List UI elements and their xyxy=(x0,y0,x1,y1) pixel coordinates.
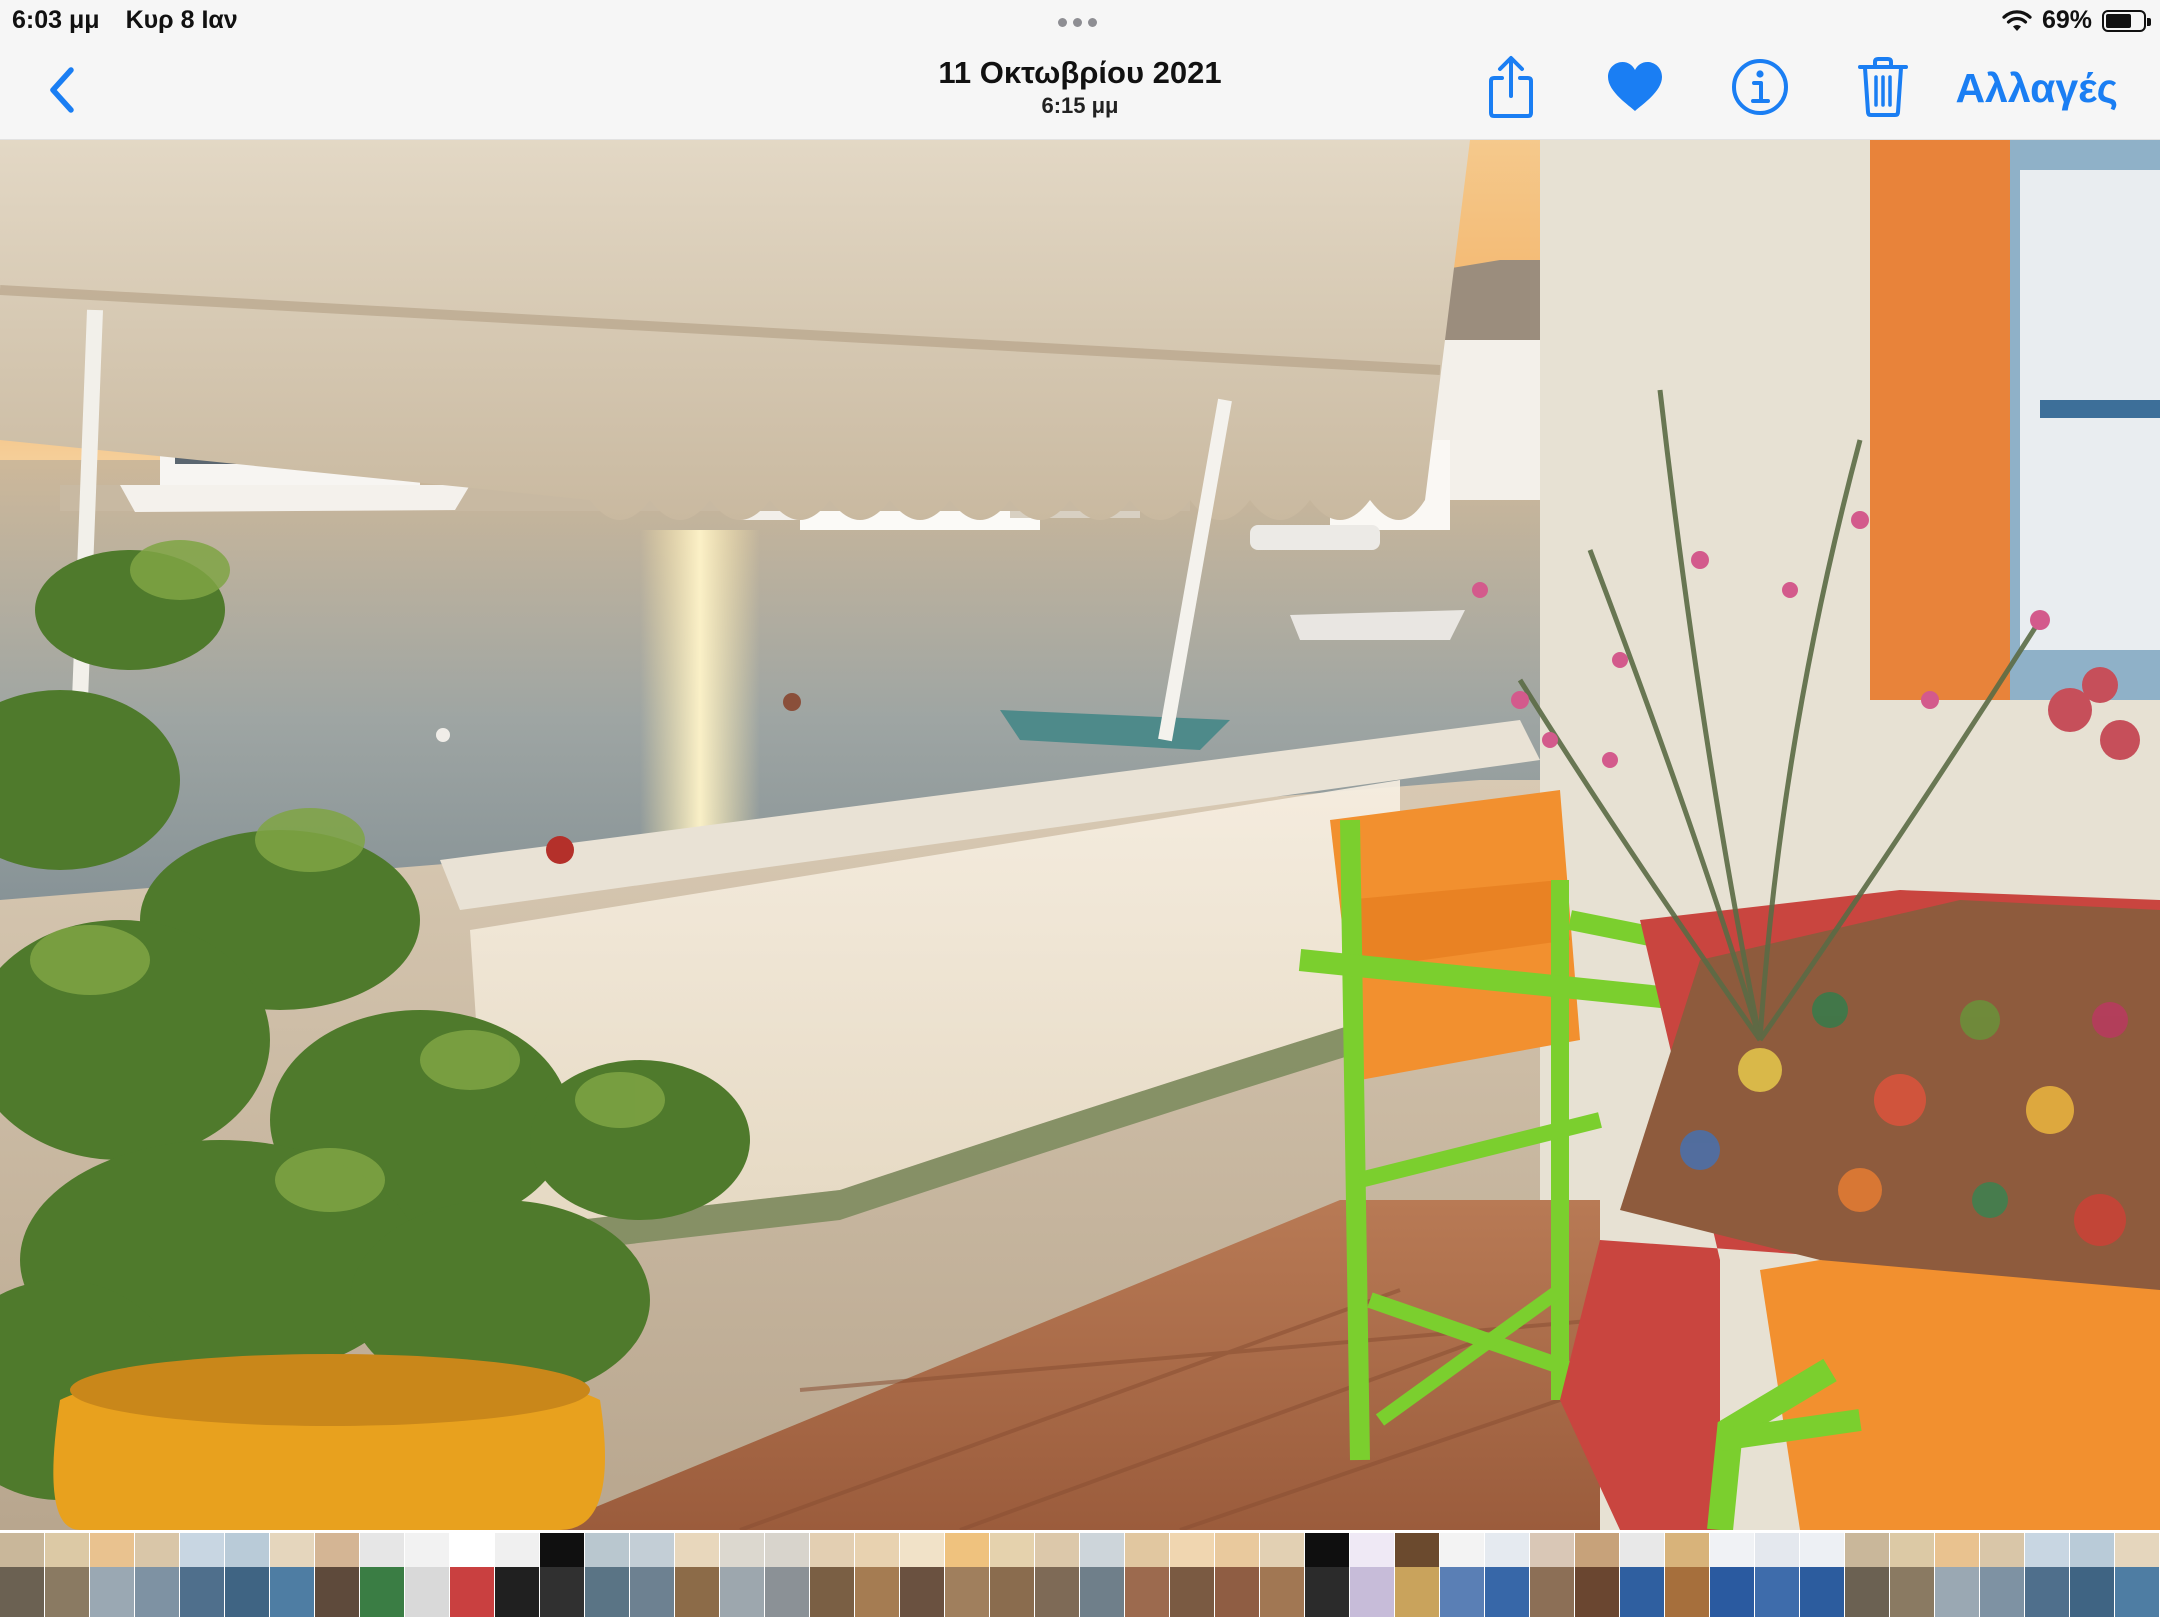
photo-thumbnail[interactable] xyxy=(1800,1533,1844,1617)
trash-icon xyxy=(1858,57,1908,117)
photo-title: 11 Οκτωβρίου 2021 6:15 μμ xyxy=(0,54,2160,120)
photo-thumbnail[interactable] xyxy=(225,1533,269,1617)
photo-thumbnail[interactable] xyxy=(765,1533,809,1617)
wifi-icon xyxy=(2002,9,2032,31)
photo-thumbnail[interactable] xyxy=(90,1533,134,1617)
photo-thumbnail[interactable] xyxy=(1620,1533,1664,1617)
share-icon xyxy=(1489,56,1533,118)
photo-thumbnail[interactable] xyxy=(1935,1533,1979,1617)
photo-thumbnail[interactable] xyxy=(1755,1533,1799,1617)
photo-thumbnail[interactable] xyxy=(180,1533,224,1617)
photo-thumbnail[interactable] xyxy=(1215,1533,1259,1617)
share-button[interactable] xyxy=(1478,54,1544,120)
photo-thumbnail[interactable] xyxy=(2025,1533,2069,1617)
photo-thumbnail[interactable] xyxy=(1845,1533,1889,1617)
navigation-bar: 11 Οκτωβρίου 2021 6:15 μμ Αλλαγές xyxy=(0,40,2160,140)
photo-thumbnail[interactable] xyxy=(450,1533,494,1617)
photo-thumbnail[interactable] xyxy=(1980,1533,2024,1617)
photo-thumbnail[interactable] xyxy=(1710,1533,1754,1617)
photos-app: 6:03 μμ Κυρ 8 Ιαν 69% 11 Οκτωβρίου 2021 … xyxy=(0,0,2160,1620)
photo-thumbnail[interactable] xyxy=(540,1533,584,1617)
favorite-button[interactable] xyxy=(1602,54,1668,120)
edit-button[interactable]: Αλλαγές xyxy=(1955,60,2118,116)
photo-thumbnail[interactable] xyxy=(585,1533,629,1617)
photo-thumbnail[interactable] xyxy=(2115,1533,2159,1617)
photo-thumbnail[interactable] xyxy=(630,1533,674,1617)
photo-thumbnail[interactable] xyxy=(720,1533,764,1617)
photo-date: 11 Οκτωβρίου 2021 xyxy=(938,55,1222,90)
photo-thumbnail[interactable] xyxy=(1125,1533,1169,1617)
photo-thumbnail[interactable] xyxy=(1035,1533,1079,1617)
photo-thumbnail[interactable] xyxy=(945,1533,989,1617)
photo-thumbnail[interactable] xyxy=(1890,1533,1934,1617)
status-left: 6:03 μμ Κυρ 8 Ιαν xyxy=(12,6,238,35)
photo-thumbnail[interactable] xyxy=(990,1533,1034,1617)
photo-thumbnail[interactable] xyxy=(1575,1533,1619,1617)
thumbnail-strip[interactable] xyxy=(0,1530,2160,1620)
photo-image xyxy=(0,140,2160,1530)
photo-thumbnail[interactable] xyxy=(135,1533,179,1617)
thumbnail-list xyxy=(0,1533,2160,1617)
photo-thumbnail[interactable] xyxy=(0,1533,44,1617)
status-time: 6:03 μμ xyxy=(12,6,100,34)
photo-thumbnail[interactable] xyxy=(900,1533,944,1617)
battery-level xyxy=(2106,13,2131,28)
photo-thumbnail[interactable] xyxy=(1485,1533,1529,1617)
photo-thumbnail[interactable] xyxy=(2070,1533,2114,1617)
photo-thumbnail[interactable] xyxy=(675,1533,719,1617)
info-button[interactable] xyxy=(1727,54,1793,120)
photo-time: 6:15 μμ xyxy=(1041,93,1119,118)
heart-icon xyxy=(1608,62,1662,111)
photo-thumbnail[interactable] xyxy=(810,1533,854,1617)
photo-thumbnail[interactable] xyxy=(1080,1533,1124,1617)
photo-thumbnail[interactable] xyxy=(1260,1533,1304,1617)
battery-percent: 69% xyxy=(2041,6,2092,34)
photo-thumbnail[interactable] xyxy=(1665,1533,1709,1617)
battery-icon xyxy=(2102,9,2151,32)
photo-thumbnail[interactable] xyxy=(495,1533,539,1617)
photo-thumbnail[interactable] xyxy=(270,1533,314,1617)
photo-thumbnail[interactable] xyxy=(315,1533,359,1617)
status-bar: 6:03 μμ Κυρ 8 Ιαν 69% xyxy=(0,0,2160,40)
photo-thumbnail[interactable] xyxy=(1350,1533,1394,1617)
info-icon xyxy=(1732,59,1788,115)
multitasking-dots[interactable] xyxy=(1058,18,1097,27)
photo-thumbnail[interactable] xyxy=(1395,1533,1439,1617)
photo-thumbnail[interactable] xyxy=(1305,1533,1349,1617)
photo-thumbnail[interactable] xyxy=(1440,1533,1484,1617)
photo-thumbnail[interactable] xyxy=(45,1533,89,1617)
photo-view[interactable] xyxy=(0,140,2160,1530)
photo-thumbnail[interactable] xyxy=(855,1533,899,1617)
status-date: Κυρ 8 Ιαν xyxy=(125,6,238,34)
delete-button[interactable] xyxy=(1850,54,1916,120)
photo-thumbnail[interactable] xyxy=(360,1533,404,1617)
photo-thumbnail[interactable] xyxy=(1170,1533,1214,1617)
photo-thumbnail[interactable] xyxy=(1530,1533,1574,1617)
top-bar: 6:03 μμ Κυρ 8 Ιαν 69% 11 Οκτωβρίου 2021 … xyxy=(0,0,2160,140)
status-right: 69% xyxy=(2002,6,2151,35)
photo-thumbnail[interactable] xyxy=(405,1533,449,1617)
